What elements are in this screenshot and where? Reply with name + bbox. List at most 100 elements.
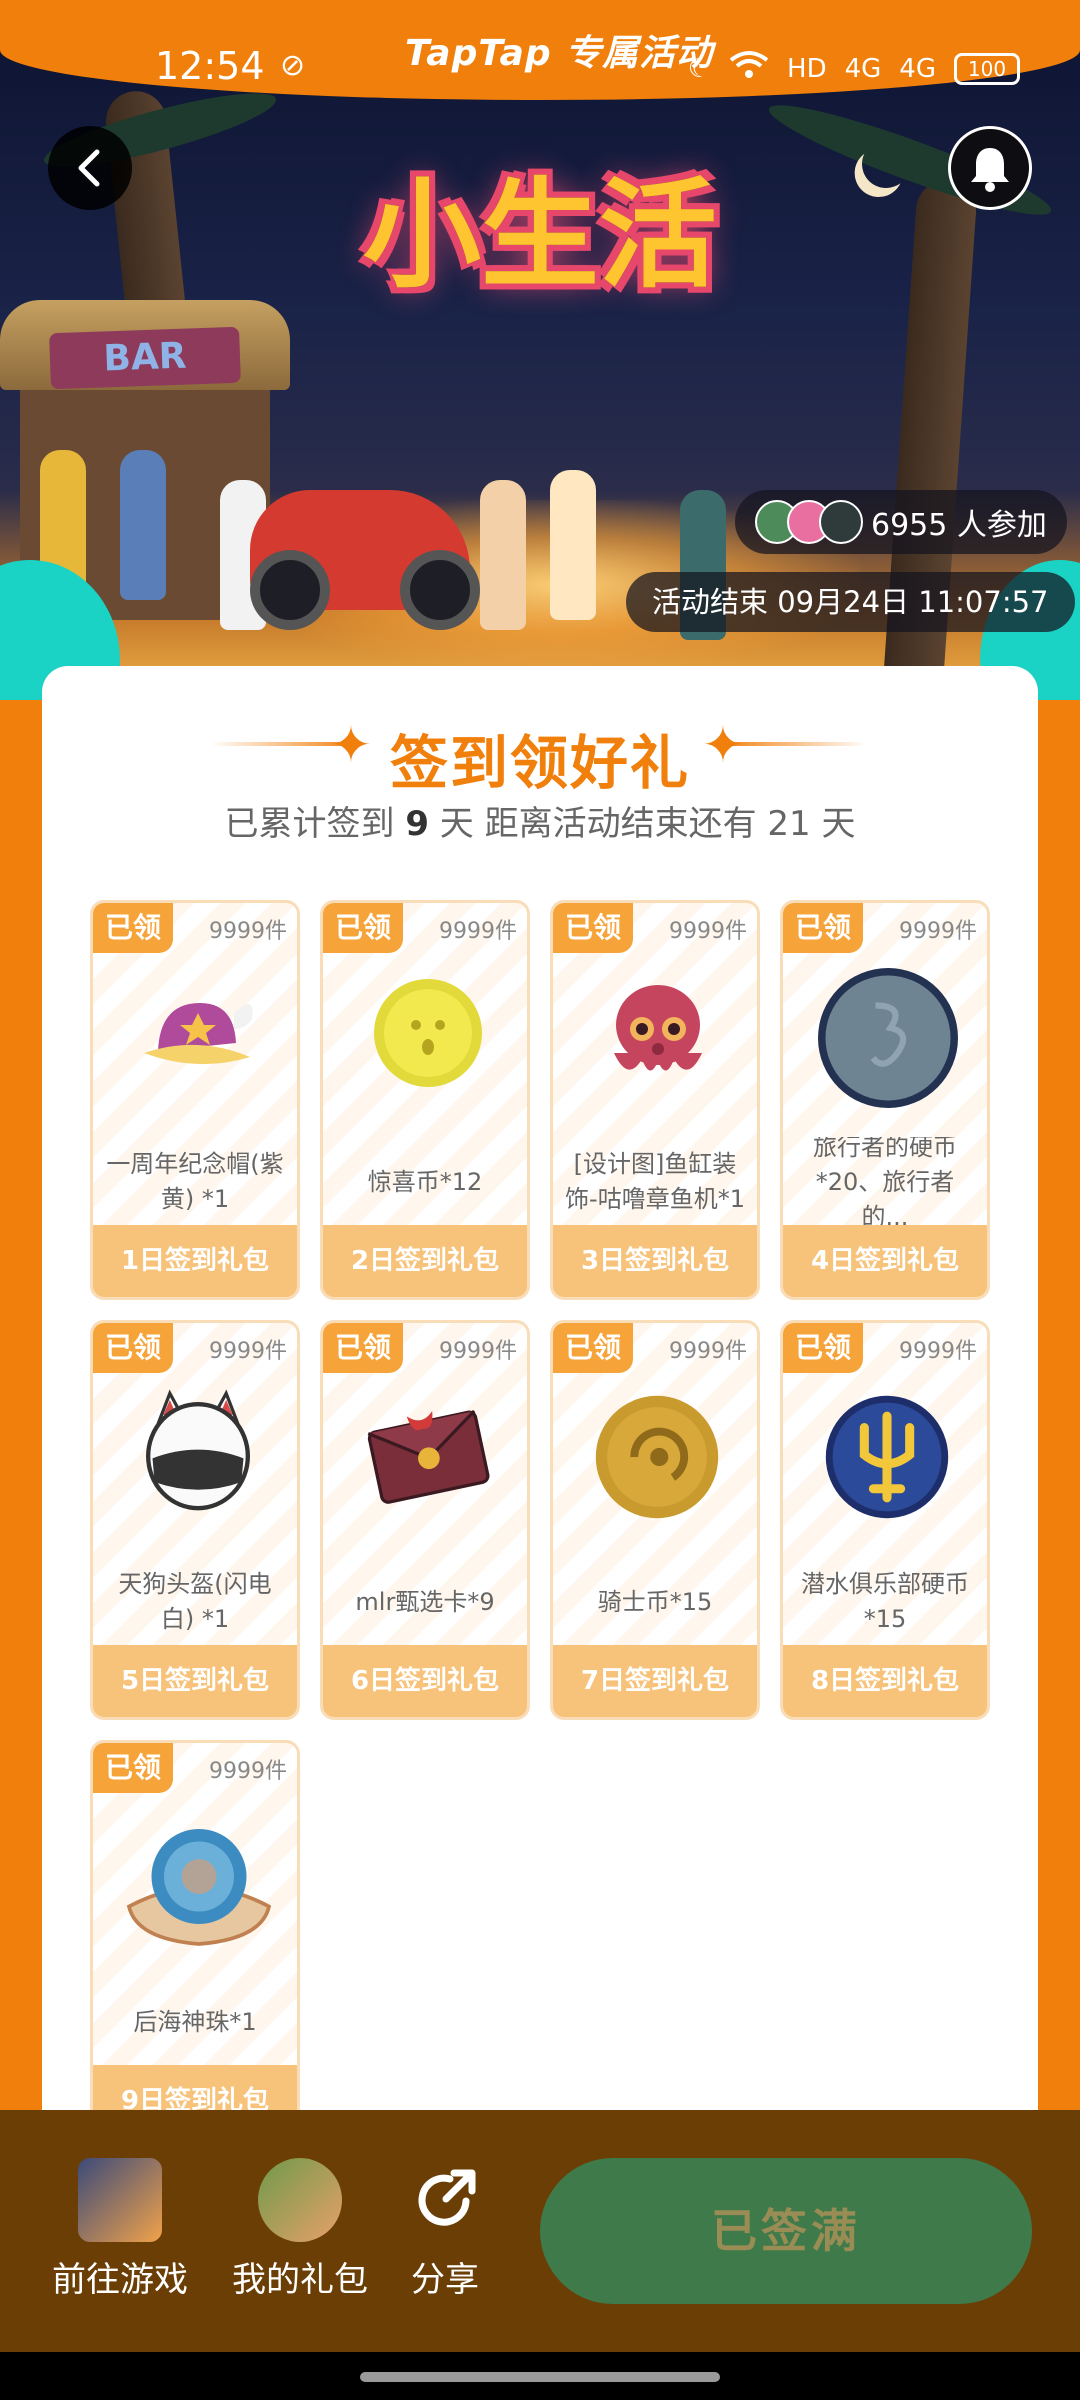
hd-icon: HD <box>787 53 827 84</box>
gift-name: 潜水俱乐部硬币*15 <box>801 1570 969 1633</box>
gift-name: 天狗头盔(闪电白) *1 <box>118 1570 272 1633</box>
bike-wheel <box>400 550 480 630</box>
gift-day-label: 4日签到礼包 <box>783 1225 987 1297</box>
section-title: 签到领好礼 <box>389 729 690 797</box>
gift-stock: 9999件 <box>899 1339 977 1364</box>
dnd-icon: ⊘ <box>280 48 306 83</box>
gift-name: 骑士币*15 <box>597 1587 713 1616</box>
gift-day-label: 2日签到礼包 <box>323 1225 527 1297</box>
gift-name: mlr甄选卡*9 <box>355 1587 495 1616</box>
surprise-coin-icon <box>374 979 482 1087</box>
gift-stock: 9999件 <box>209 1339 287 1364</box>
go-to-game-button[interactable]: 前往游戏 <box>40 2110 200 2301</box>
title-decor-line <box>718 742 868 746</box>
participants-pill[interactable]: 6955 人参加 <box>735 490 1067 554</box>
gift-avatar-icon <box>258 2158 342 2242</box>
gift-stock: 9999件 <box>439 919 517 944</box>
battery-icon: 100 <box>954 52 1020 85</box>
gift-name: 后海神珠*1 <box>133 2007 257 2036</box>
gift-card[interactable]: 已领 9999件 后海神珠*1 9日签到礼包 <box>90 1740 300 2140</box>
progress-suffix: 天 距离活动结束还有 21 天 <box>428 804 856 844</box>
go-to-game-label: 前往游戏 <box>52 2260 188 2300</box>
share-button[interactable]: 分享 <box>390 2110 500 2301</box>
days-signed: 9 <box>405 804 429 844</box>
claimed-tag: 已领 <box>553 903 633 953</box>
moon-icon: ☾ <box>687 53 712 84</box>
notification-button[interactable] <box>948 126 1032 210</box>
status-bar: 12:54 ⊘ TapTap 专属活动 ☾ HD 4G 4G 100 <box>0 0 1080 120</box>
bell-icon <box>971 148 1009 192</box>
traveler-coin-icon <box>818 968 958 1108</box>
gift-day-label: 8日签到礼包 <box>783 1645 987 1717</box>
event-title: 小生活 <box>362 166 717 304</box>
gift-grid: 已领 9999件 一周年纪念帽(紫黄) *1 1日签到礼包 已领 9999件 惊… <box>90 900 990 2140</box>
claimed-tag: 已领 <box>93 1743 173 1793</box>
bar-sign: BAR <box>49 326 241 390</box>
gift-stock: 9999件 <box>669 919 747 944</box>
taptap-brand: TapTap 专属活动 <box>405 33 714 74</box>
gift-card[interactable]: 已领 9999件 惊喜币*12 2日签到礼包 <box>320 900 530 1300</box>
wifi-icon <box>729 50 769 87</box>
gift-name: 旅行者的硬币*20、旅行者的... <box>813 1137 957 1227</box>
gift-card[interactable]: 已领 9999件 旅行者的硬币*20、旅行者的... 4日签到礼包 <box>780 900 990 1300</box>
bottom-action-bar: 前往游戏 我的礼包 分享 已签满 <box>0 2110 1080 2352</box>
signed-full-button[interactable]: 已签满 <box>540 2158 1032 2304</box>
gift-card[interactable]: 已领 9999件 一周年纪念帽(紫黄) *1 1日签到礼包 <box>90 900 300 1300</box>
claimed-tag: 已领 <box>323 1323 403 1373</box>
participants-count: 6955 人参加 <box>871 508 1047 543</box>
signal-icon: 4G <box>844 53 882 84</box>
envelope-card-icon <box>367 1409 490 1504</box>
gift-day-label: 6日签到礼包 <box>323 1645 527 1717</box>
share-label: 分享 <box>411 2260 479 2300</box>
dive-club-coin-icon <box>825 1395 949 1519</box>
progress-prefix: 已累计签到 <box>224 804 406 844</box>
avatar <box>819 500 863 544</box>
octopus-icon <box>614 985 702 1071</box>
gift-day-label: 7日签到礼包 <box>553 1645 757 1717</box>
gift-card[interactable]: 已领 9999件 骑士币*15 7日签到礼包 <box>550 1320 760 1720</box>
character <box>550 470 596 620</box>
gift-name: [设计图]鱼缸装饰-咕噜章鱼机*1 <box>565 1150 745 1213</box>
character <box>480 480 526 630</box>
tengu-helmet-icon <box>146 1389 250 1511</box>
avatar-stack <box>755 500 863 544</box>
gift-day-label: 1日签到礼包 <box>93 1225 297 1297</box>
event-countdown: 活动结束 09月24日 11:07:57 <box>626 572 1075 632</box>
gift-card[interactable]: 已领 9999件 潜水俱乐部硬币*15 8日签到礼包 <box>780 1320 990 1720</box>
claimed-tag: 已领 <box>323 903 403 953</box>
gift-stock: 9999件 <box>209 919 287 944</box>
checkin-progress: 已累计签到 9 天 距离活动结束还有 21 天 <box>42 796 1038 845</box>
knight-coin-icon <box>595 1395 719 1519</box>
back-button[interactable] <box>48 126 132 210</box>
sea-pearl-icon <box>126 1829 272 1946</box>
game-thumbnail <box>78 2158 162 2242</box>
signal-icon: 4G <box>899 53 936 84</box>
claimed-tag: 已领 <box>93 903 173 953</box>
gift-stock: 9999件 <box>899 919 977 944</box>
gesture-bar <box>0 2352 1080 2400</box>
claimed-tag: 已领 <box>783 903 863 953</box>
my-gifts-button[interactable]: 我的礼包 <box>220 2110 380 2301</box>
status-time: 12:54 <box>155 44 265 88</box>
gift-name: 一周年纪念帽(紫黄) *1 <box>106 1150 284 1213</box>
character <box>120 450 166 600</box>
gift-stock: 9999件 <box>209 1759 287 1784</box>
gift-day-label: 3日签到礼包 <box>553 1225 757 1297</box>
claimed-tag: 已领 <box>783 1323 863 1373</box>
home-indicator[interactable] <box>360 2372 720 2382</box>
claimed-tag: 已领 <box>93 1323 173 1373</box>
my-gifts-label: 我的礼包 <box>232 2260 368 2300</box>
gift-card[interactable]: 已领 9999件 [设计图]鱼缸装饰-咕噜章鱼机*1 3日签到礼包 <box>550 900 760 1300</box>
chevron-left-icon <box>78 149 100 187</box>
gift-card[interactable]: 已领 9999件 天狗头盔(闪电白) *1 5日签到礼包 <box>90 1320 300 1720</box>
claimed-tag: 已领 <box>553 1323 633 1373</box>
gift-stock: 9999件 <box>439 1339 517 1364</box>
gift-card[interactable]: 已领 9999件 mlr甄选卡*9 6日签到礼包 <box>320 1320 530 1720</box>
gift-day-label: 5日签到礼包 <box>93 1645 297 1717</box>
checkin-card: ✦ 签到领好礼 ✦ 已累计签到 9 天 距离活动结束还有 21 天 已领 999… <box>42 666 1038 2140</box>
gift-stock: 9999件 <box>669 1339 747 1364</box>
gift-name: 惊喜币*12 <box>367 1167 483 1196</box>
share-icon <box>403 2158 487 2242</box>
purple-cap-icon <box>144 1003 253 1065</box>
bike-wheel <box>250 550 330 630</box>
